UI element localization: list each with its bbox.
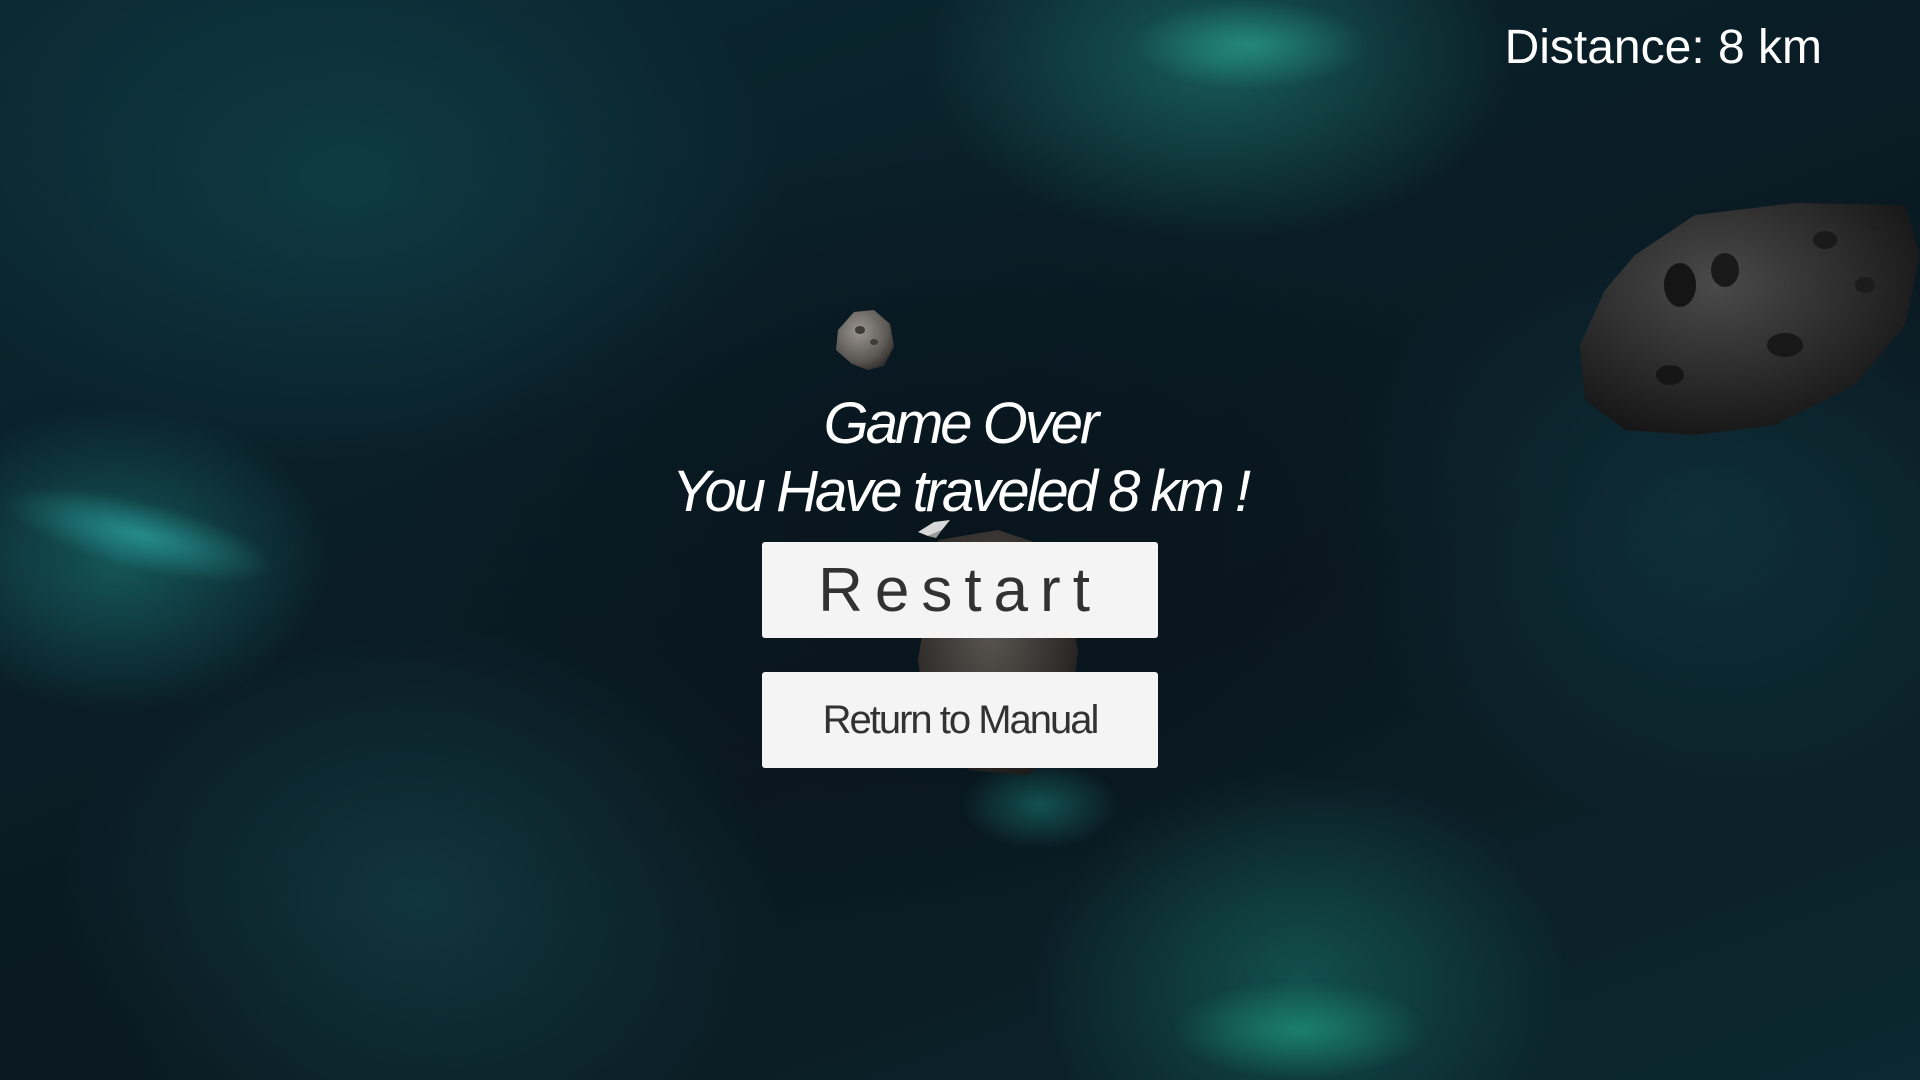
restart-button-label: Restart bbox=[818, 555, 1102, 625]
traveled-message: You Have traveled 8 km ! bbox=[672, 459, 1251, 524]
restart-button[interactable]: Restart bbox=[762, 542, 1158, 638]
asteroid-small-icon bbox=[836, 310, 894, 370]
return-to-manual-button[interactable]: Return to Manual bbox=[762, 672, 1158, 768]
game-over-title: Game Over bbox=[823, 391, 1100, 456]
nebula-wisp bbox=[1170, 980, 1430, 1080]
distance-readout: Distance: 8 km bbox=[1504, 21, 1822, 74]
game-over-panel: Game Over You Have traveled 8 km ! bbox=[0, 390, 1920, 526]
return-to-manual-label: Return to Manual bbox=[822, 697, 1100, 742]
nebula-wisp bbox=[1130, 0, 1370, 90]
game-scene: Distance: 8 km Game Over You Have travel… bbox=[0, 0, 1920, 1080]
